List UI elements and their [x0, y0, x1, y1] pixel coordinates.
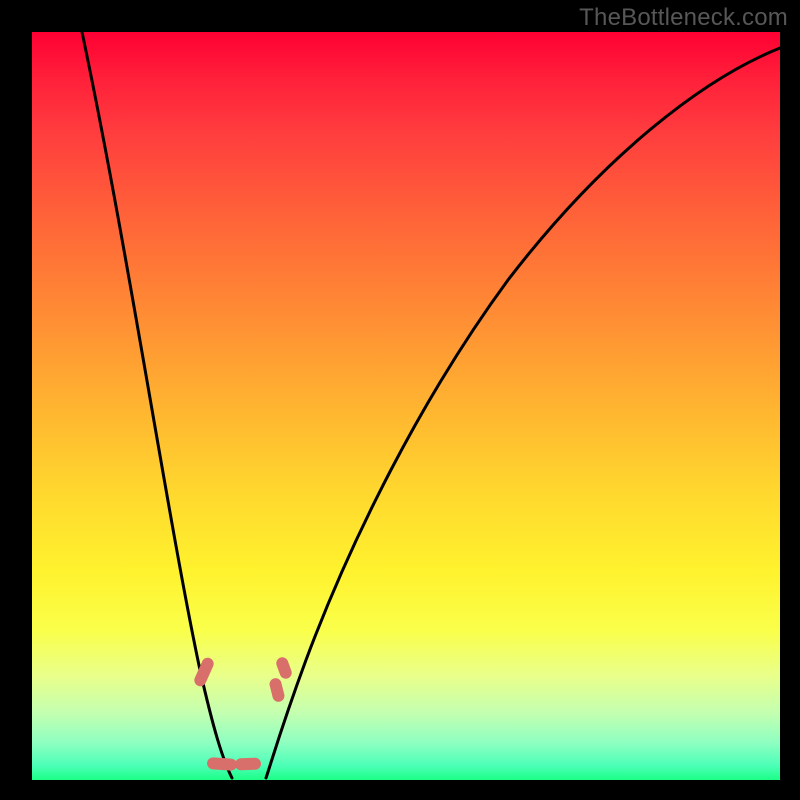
highlight-marker [275, 656, 294, 681]
highlight-markers [0, 0, 800, 800]
plot-area [32, 32, 780, 780]
chart-frame: TheBottleneck.com [0, 0, 800, 800]
highlight-marker [268, 677, 285, 703]
highlight-marker [235, 758, 261, 771]
highlight-marker [207, 757, 238, 771]
highlight-marker [192, 656, 215, 688]
watermark-text: TheBottleneck.com [579, 4, 788, 32]
